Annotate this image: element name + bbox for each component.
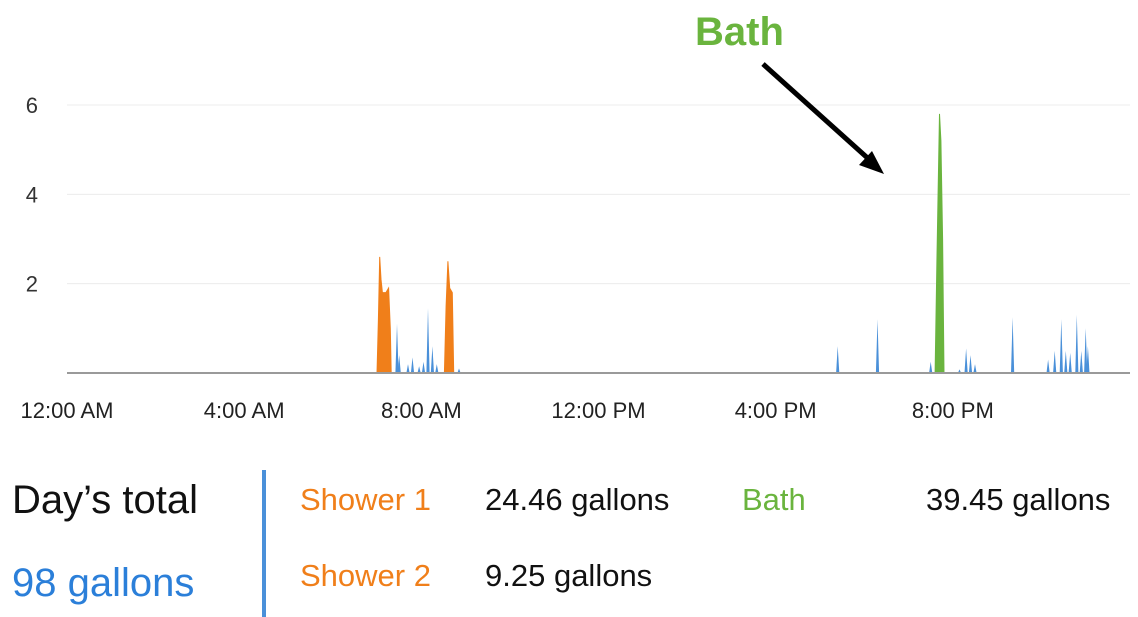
- series-other-spike: [426, 308, 430, 373]
- series-bath-area: [934, 113, 945, 374]
- series-other-spike: [1068, 352, 1072, 373]
- y-tick-label: 6: [26, 93, 38, 118]
- series-other-spike: [973, 364, 977, 373]
- x-tick-label: 12:00 PM: [551, 398, 645, 423]
- series-shower2-area: [443, 261, 455, 374]
- x-tick-label: 8:00 PM: [912, 398, 994, 423]
- x-tick-label: 8:00 AM: [381, 398, 462, 423]
- series-other-spike: [421, 361, 426, 373]
- series-other-spike: [929, 361, 933, 373]
- water-usage-chart: 2 4 6 12:00 AM 4:00 AM 8:00 AM 12:00 PM 4:00 PM…: [21, 10, 1130, 423]
- legend-shower2-name: Shower 2: [300, 558, 431, 593]
- series-other-spike: [836, 346, 840, 373]
- x-tick-label: 4:00 PM: [735, 398, 817, 423]
- series-other-spike: [417, 366, 421, 373]
- axes: 2 4 6 12:00 AM 4:00 AM 8:00 AM 12:00 PM 4:00 PM…: [21, 93, 1130, 423]
- series-other-spike: [406, 364, 410, 373]
- series-shower1-area: [376, 256, 392, 374]
- days-total-label: Day’s total: [12, 478, 199, 522]
- y-tick-label: 4: [26, 182, 38, 207]
- bath-annotation: Bath: [695, 10, 884, 174]
- series-other-spike: [1046, 359, 1050, 373]
- x-tick-label: 4:00 AM: [204, 398, 285, 423]
- bath-annotation-label: Bath: [695, 10, 784, 54]
- series-other-spike: [968, 355, 973, 373]
- series-other-spike: [964, 348, 968, 373]
- series-other-spike: [430, 346, 434, 373]
- days-total-value: 98 gallons: [12, 561, 195, 605]
- series-other-spike: [1075, 314, 1079, 373]
- annotation-arrow-line: [761, 62, 874, 164]
- legend-shower2-value: 9.25 gallons: [485, 558, 653, 593]
- summary-divider: [262, 470, 266, 617]
- legend-shower1-name: Shower 1: [300, 482, 431, 517]
- x-tick-label: 12:00 AM: [21, 398, 114, 423]
- series-other-spike: [395, 323, 399, 373]
- legend-bath-value: 39.45 gallons: [926, 482, 1111, 517]
- gridlines: [67, 104, 1130, 285]
- y-tick-label: 2: [26, 272, 38, 297]
- series-other-spike: [875, 319, 880, 373]
- series-other-spike: [1059, 319, 1063, 373]
- series-other-spike: [1079, 350, 1083, 373]
- series-other-spike: [1053, 350, 1057, 373]
- legend-bath-name: Bath: [742, 482, 806, 517]
- series-other-spike: [1064, 350, 1068, 373]
- legend-shower1-value: 24.46 gallons: [485, 482, 670, 517]
- series-layer: [376, 113, 1090, 374]
- series-other-spike: [1011, 317, 1015, 373]
- series-other-spike: [410, 357, 415, 373]
- series-other-spike: [435, 364, 439, 373]
